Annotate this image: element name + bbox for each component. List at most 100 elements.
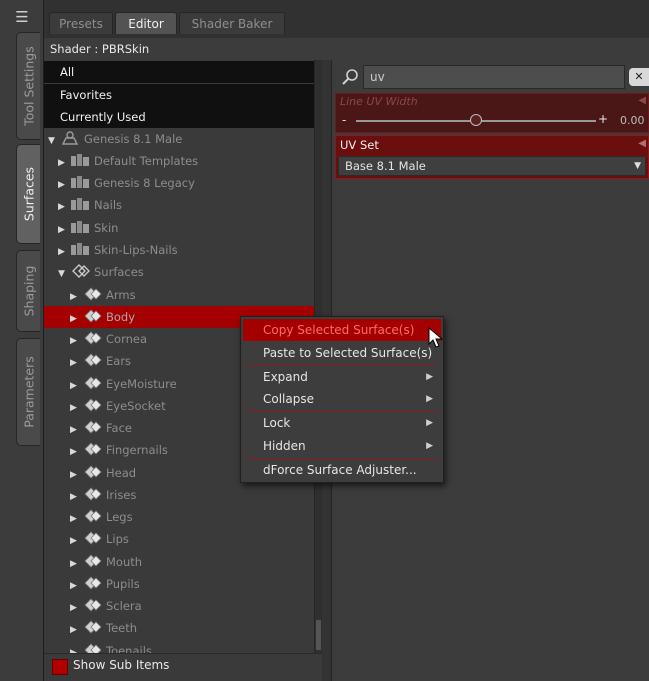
clear-icon[interactable]: ✕	[629, 68, 649, 86]
chevron-right-icon[interactable]: ▶	[70, 419, 82, 441]
surface-icon	[84, 420, 102, 434]
chevron-right-icon[interactable]: ▶	[70, 508, 82, 530]
tab-shader-baker[interactable]: Shader Baker	[179, 12, 285, 34]
menu-item-label: Expand	[263, 370, 308, 384]
tree-surface-legs[interactable]: ▶ Legs	[44, 506, 314, 528]
decrement-button[interactable]: -	[342, 114, 352, 126]
tree-figure[interactable]: ▼ Genesis 8.1 Male	[44, 128, 314, 150]
surface-icon	[84, 598, 102, 612]
uv-set-dropdown[interactable]: Base 8.1 Male ▼	[338, 156, 646, 176]
scrollbar-thumb[interactable]	[316, 620, 321, 650]
menu-item-lock[interactable]: Lock ▶	[243, 412, 441, 434]
tree-surface-mouth[interactable]: ▶ Mouth	[44, 551, 314, 573]
property-value[interactable]: 0.00	[620, 114, 645, 127]
chevron-down-icon[interactable]: ▼	[48, 130, 60, 152]
chevron-right-icon[interactable]: ▶	[70, 486, 82, 508]
tree-surface-label: Teeth	[106, 621, 138, 636]
tree-surface-teeth[interactable]: ▶ Teeth	[44, 617, 314, 639]
menu-item-label: dForce Surface Adjuster...	[263, 463, 417, 477]
tree-surface-label: EyeSocket	[106, 398, 166, 413]
tree-group-label: Skin-Lips-Nails	[94, 242, 178, 257]
surface-icon	[84, 398, 102, 412]
tab-parameters[interactable]: Parameters	[16, 338, 40, 446]
chevron-right-icon[interactable]: ▶	[70, 352, 82, 374]
surface-icon	[84, 286, 102, 301]
menu-item-label: Collapse	[263, 392, 314, 406]
search-input[interactable]: uv	[363, 65, 625, 89]
chevron-right-icon[interactable]: ▶	[70, 553, 82, 575]
tree-surface-sclera[interactable]: ▶ Sclera	[44, 595, 314, 617]
menu-item-collapse[interactable]: Collapse ▶	[243, 388, 441, 410]
surface-icon	[84, 309, 102, 323]
property-menu-icon[interactable]: ◀	[638, 95, 646, 106]
property-label: Line UV Width	[340, 95, 418, 108]
chevron-right-icon[interactable]: ▶	[70, 397, 82, 419]
tab-tool-settings[interactable]: Tool Settings	[16, 32, 40, 140]
tree-group-skin[interactable]: ▶ Skin	[44, 217, 314, 239]
menu-item-label: Hidden	[263, 439, 306, 453]
tab-shaping-label: Shaping	[21, 265, 36, 317]
tab-shaping[interactable]: Shaping	[16, 250, 40, 332]
chevron-right-icon[interactable]: ▶	[70, 375, 82, 397]
tree-surface-label: Ears	[106, 354, 132, 369]
mouse-cursor-icon	[428, 327, 444, 348]
property-label: UV Set	[340, 138, 379, 152]
submenu-arrow-icon: ▶	[426, 418, 433, 428]
chevron-right-icon[interactable]: ▶	[70, 597, 82, 619]
increment-button[interactable]: +	[598, 112, 608, 126]
filter-all[interactable]: All	[44, 61, 314, 83]
tree-group-default-templates[interactable]: ▶ Default Templates	[44, 150, 314, 172]
chevron-right-icon[interactable]: ▶	[70, 286, 82, 308]
menu-item-dforce-surface-adjuster[interactable]: dForce Surface Adjuster...	[243, 459, 441, 481]
menu-item-paste-to-selected-surfaces[interactable]: Paste to Selected Surface(s)	[243, 342, 441, 364]
menu-icon[interactable]: ☰	[8, 6, 36, 28]
menu-item-hidden[interactable]: Hidden ▶	[243, 435, 441, 457]
show-sub-items-checkbox[interactable]	[52, 659, 68, 675]
folder-icon	[71, 242, 89, 255]
chevron-right-icon[interactable]: ▶	[70, 642, 82, 654]
menu-item-copy-selected-surfaces[interactable]: Copy Selected Surface(s)	[243, 319, 441, 341]
surface-icon	[84, 331, 102, 345]
tab-presets[interactable]: Presets	[49, 12, 113, 34]
chevron-down-icon: ▼	[634, 161, 641, 171]
chevron-right-icon[interactable]: ▶	[70, 464, 82, 486]
context-menu: Copy Selected Surface(s) Paste to Select…	[240, 316, 444, 483]
chevron-right-icon[interactable]: ▶	[70, 441, 82, 463]
tree-surface-arms[interactable]: ▶ Arms	[44, 284, 314, 306]
chevron-right-icon[interactable]: ▶	[70, 575, 82, 597]
tree-surface-toenails[interactable]: ▶ Toenails	[44, 640, 314, 654]
tab-surfaces[interactable]: Surfaces	[16, 144, 40, 244]
show-sub-items-label: Show Sub Items	[73, 658, 170, 672]
tab-editor[interactable]: Editor	[115, 12, 177, 34]
chevron-right-icon[interactable]: ▶	[70, 330, 82, 352]
tree-group-label: Default Templates	[94, 154, 199, 168]
chevron-right-icon[interactable]: ▶	[70, 308, 82, 330]
menu-item-label: Lock	[263, 416, 291, 430]
tree-surface-label: Lips	[106, 532, 129, 547]
chevron-right-icon[interactable]: ▶	[58, 219, 70, 241]
tree-surface-label: Arms	[106, 287, 136, 302]
chevron-right-icon[interactable]: ▶	[58, 196, 70, 218]
tree-surface-label: EyeMoisture	[106, 376, 177, 391]
chevron-right-icon[interactable]: ▶	[70, 619, 82, 641]
property-menu-icon[interactable]: ◀	[638, 138, 646, 149]
chevron-right-icon[interactable]: ▶	[58, 174, 70, 196]
slider-knob[interactable]	[470, 114, 482, 126]
filter-favorites[interactable]: Favorites	[44, 84, 314, 106]
menu-item-expand[interactable]: Expand ▶	[243, 366, 441, 388]
tree-group-nails[interactable]: ▶ Nails	[44, 194, 314, 216]
chevron-right-icon[interactable]: ▶	[58, 241, 70, 263]
tree-surface-pupils[interactable]: ▶ Pupils	[44, 573, 314, 595]
tree-surfaces-group[interactable]: ▼ Surfaces	[44, 261, 314, 283]
tree-surface-lips[interactable]: ▶ Lips	[44, 528, 314, 550]
tree-surface-irises[interactable]: ▶ Irises	[44, 484, 314, 506]
chevron-right-icon[interactable]: ▶	[70, 530, 82, 552]
surface-icon	[84, 553, 102, 568]
surface-icon	[84, 375, 102, 390]
filter-currently-used[interactable]: Currently Used	[44, 106, 314, 128]
folder-icon	[71, 220, 89, 233]
tree-group-genesis-8-legacy[interactable]: ▶ Genesis 8 Legacy	[44, 172, 314, 194]
chevron-right-icon[interactable]: ▶	[58, 152, 70, 174]
tree-group-skin-lips-nails[interactable]: ▶ Skin-Lips-Nails	[44, 239, 314, 261]
chevron-down-icon[interactable]: ▼	[58, 263, 70, 285]
